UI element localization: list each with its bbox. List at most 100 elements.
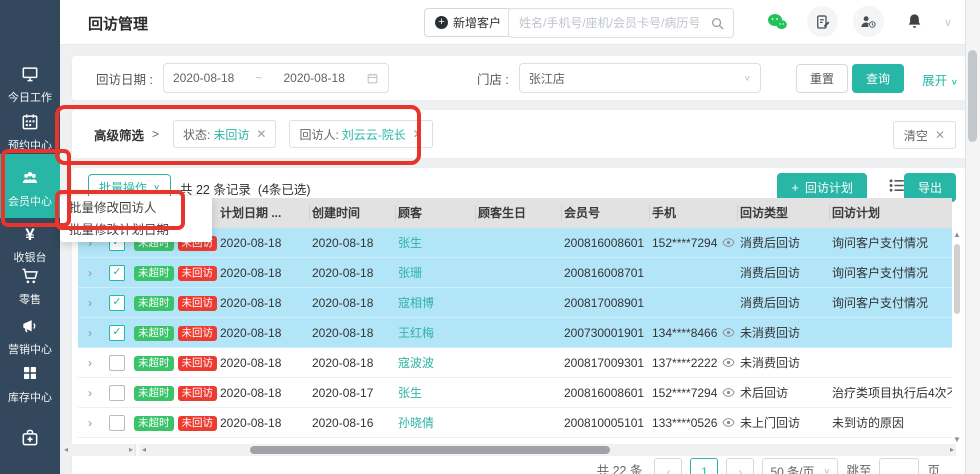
reset-button[interactable]: 重置 [796,64,848,93]
status-tag-not-visited: 未回访 [178,296,218,311]
customer-link[interactable]: 王红梅 [398,326,434,340]
search-input[interactable] [509,16,710,30]
row-expand-icon[interactable]: › [78,416,100,430]
filter-tag-value: 刘云云-院长 [342,126,406,143]
scroll-left-icon[interactable]: ◂ [142,445,146,454]
sidebar-item-inventory[interactable]: 库存中心 [0,364,60,405]
scroll-right-icon[interactable]: ▸ [129,445,133,454]
table-row[interactable]: ›未超时未回访2020-08-182020-08-16孙晓倩2008100051… [78,408,952,438]
eye-icon[interactable] [722,416,735,429]
scroll-down-icon[interactable]: ▼ [952,435,962,444]
eye-icon[interactable] [722,386,735,399]
table-row[interactable]: ›✓未超时未回访2020-08-182020-08-18寇相博200817008… [78,288,952,318]
sidebar-item-cashier[interactable]: ¥ 收银台 [0,224,60,265]
scroll-left-icon[interactable]: ◂ [64,445,68,454]
store-value: 张江店 [529,70,565,87]
sidebar-item-members[interactable]: 会员中心 [0,154,60,218]
cell-phone: 134****8466 [650,326,738,340]
customer-link[interactable]: 张珊 [398,266,422,280]
prev-page-button[interactable]: ‹ [654,458,682,474]
date-end[interactable]: 2020-08-18 [283,71,344,85]
fixed-columns-scrollbar[interactable]: ◂ ▸ [62,444,136,456]
cell-visit-type: 消费后回访 [738,234,830,251]
chevron-down-icon[interactable]: ∨ [944,16,952,29]
table-row[interactable]: ›未超时未回访2020-08-182020-08-17张生20081600860… [78,378,952,408]
scrollbar-thumb[interactable] [968,50,977,142]
col-visit-type: 回访类型 [738,205,830,221]
date-start[interactable]: 2020-08-18 [173,71,234,85]
row-expand-icon[interactable]: › [78,266,100,280]
customer-link[interactable]: 寇波波 [398,356,434,370]
cell-phone: 137****2222 [650,356,738,370]
yen-icon: ¥ [0,224,60,246]
eye-icon[interactable] [722,326,735,339]
sidebar-item-marketing[interactable]: 营销中心 [0,316,60,357]
page-scrollbar[interactable] [965,0,980,474]
row-checkbox[interactable]: ✓ [109,265,125,281]
row-checkbox[interactable]: ✓ [109,295,125,311]
scroll-up-icon[interactable]: ▲ [952,230,962,239]
cell-create-date: 2020-08-16 [310,416,396,430]
row-checkbox[interactable]: ✓ [109,325,125,341]
bell-icon[interactable] [899,6,930,37]
menu-item-batch-edit-plan-date[interactable]: 批量修改计划日期 [60,219,212,241]
scroll-right-icon[interactable]: ▸ [950,445,954,454]
monitor-icon [0,64,60,86]
table-vertical-scrollbar[interactable]: ▲ ▼ [952,230,962,444]
query-button[interactable]: 查询 [852,64,904,93]
row-checkbox[interactable] [109,415,125,431]
chevron-right-icon[interactable]: > [152,127,159,141]
cell-member-no: 200817008901 [562,296,650,310]
clipboard-icon[interactable] [807,6,838,37]
sidebar-item-medical[interactable] [0,428,60,453]
search-icon[interactable] [710,16,725,31]
row-expand-icon[interactable]: › [78,356,100,370]
col-plan-date[interactable]: 计划日期 ... [218,205,310,221]
jump-page-input[interactable] [879,458,919,474]
cell-phone: 152****7294 [650,236,738,250]
add-customer-button[interactable]: + 新增客户 [424,8,512,37]
eye-icon[interactable] [722,356,735,369]
col-visit-plan: 回访计划 [830,205,952,221]
row-expand-icon[interactable]: › [78,386,100,400]
row-expand-icon[interactable]: › [78,296,100,310]
selected-count: (4条已选) [258,183,311,197]
expand-toggle[interactable]: 展开 ∨ [922,70,958,89]
status-tag-not-overdue: 未超时 [134,416,174,431]
sidebar-item-appointment[interactable]: 预约中心 [0,112,60,153]
sidebar-item-retail[interactable]: 零售 [0,266,60,307]
table-row[interactable]: ›✓未超时未回访2020-08-182020-08-18王红梅200730001… [78,318,952,348]
store-select[interactable]: 张江店 ∨ [519,63,761,93]
cell-create-date: 2020-08-18 [310,266,396,280]
customer-link[interactable]: 孙晓倩 [398,416,434,430]
scrollbar-thumb[interactable] [250,446,610,454]
customer-link[interactable]: 张生 [398,386,422,400]
cell-visit-type: 消费后回访 [738,294,830,311]
chevron-down-icon: ∨ [744,74,751,83]
wechat-icon[interactable] [761,6,792,37]
table-horizontal-scrollbar[interactable]: ◂ ▸ ◂ ▸ [62,444,956,456]
app-window: 今日工作 预约中心 会员中心 ¥ 收银台 零售 营销中心 库存中心 [0,0,980,474]
close-icon[interactable]: ✕ [413,127,423,141]
clear-filters-button[interactable]: 清空✕ [893,121,956,149]
next-page-button[interactable]: › [726,458,754,474]
customer-link[interactable]: 寇相博 [398,296,434,310]
row-checkbox[interactable] [109,385,125,401]
sidebar-item-label: 预约中心 [0,137,60,153]
table-row[interactable]: ›✓未超时未回访2020-08-182020-08-18张珊2008160087… [78,258,952,288]
date-range-input[interactable]: 2020-08-18 ~ 2020-08-18 [163,63,389,93]
filter-tag-value: 未回访 [213,126,249,143]
customer-link[interactable]: 张生 [398,236,422,250]
sidebar-item-today-work[interactable]: 今日工作 [0,64,60,105]
page-size-select[interactable]: 50 条/页∨ [762,458,838,474]
close-icon[interactable]: ✕ [256,127,266,141]
current-page-button[interactable]: 1 [690,458,718,474]
table-row[interactable]: ›未超时未回访2020-08-182020-08-18寇波波2008170093… [78,348,952,378]
advanced-filter-label[interactable]: 高级筛选 [94,125,144,144]
users-clock-icon[interactable] [853,6,884,37]
menu-item-batch-edit-visitor[interactable]: 批量修改回访人 [60,197,212,219]
cell-create-date: 2020-08-18 [310,296,396,310]
row-expand-icon[interactable]: › [78,326,100,340]
row-checkbox[interactable] [109,355,125,371]
eye-icon[interactable] [722,236,735,249]
